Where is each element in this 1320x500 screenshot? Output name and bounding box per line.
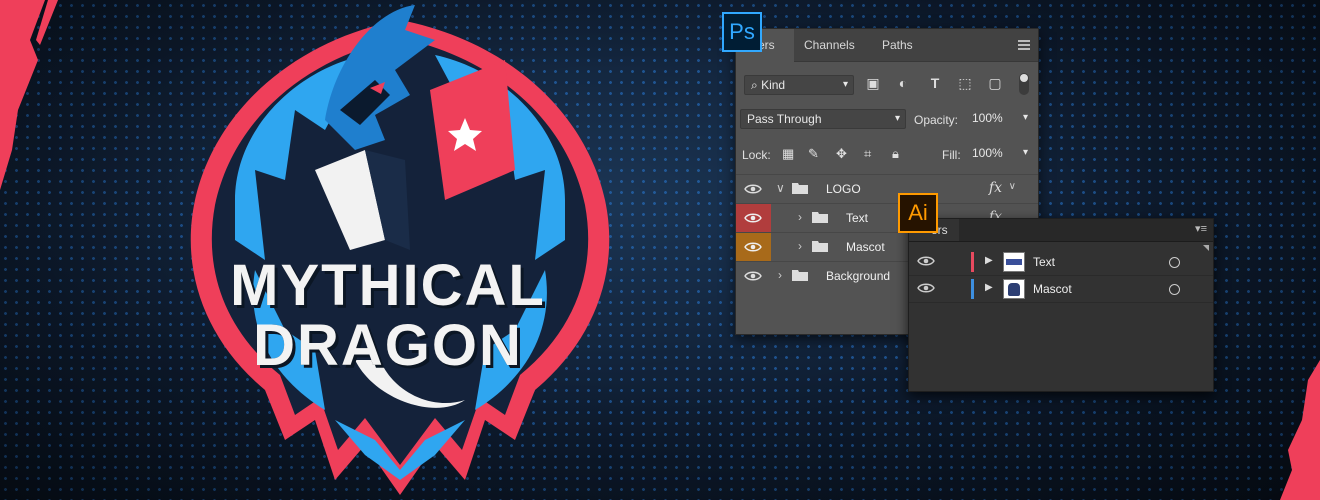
layer-row-logo[interactable]: ∨ LOGO fx ∨ <box>736 174 1038 204</box>
chevron-down-icon: ▾ <box>842 79 848 90</box>
fx-icon[interactable]: fx <box>989 180 1002 196</box>
fill-value: 100% <box>972 146 1003 160</box>
layer-thumbnail-mascot <box>1003 279 1025 299</box>
layer-name: Mascot <box>846 240 885 254</box>
target-circle-icon[interactable] <box>1169 257 1180 268</box>
adjustment-filter-icon[interactable]: ◐ <box>894 75 912 93</box>
opacity-field[interactable]: 100% ▾ <box>966 109 1030 129</box>
chevron-down-icon[interactable]: ∨ <box>1009 181 1016 192</box>
ai-layer-row-mascot[interactable]: ▶ Mascot <box>909 276 1213 303</box>
expand-chevron-icon[interactable]: › <box>798 210 802 224</box>
fill-field[interactable]: 100% ▾ <box>966 144 1030 164</box>
expand-triangle-icon[interactable]: ▶ <box>985 282 993 293</box>
folder-icon <box>792 270 808 281</box>
eye-icon[interactable] <box>917 282 935 294</box>
panel-menu-icon[interactable] <box>1018 40 1030 50</box>
right-brush-streak <box>1280 360 1320 500</box>
layer-name: Text <box>846 211 869 225</box>
expand-chevron-icon[interactable]: › <box>798 239 802 253</box>
type-filter-icon[interactable]: T <box>926 75 944 93</box>
layer-name: Background <box>826 269 891 283</box>
shape-filter-icon[interactable]: ⬚ <box>956 75 974 93</box>
opacity-value: 100% <box>972 111 1003 125</box>
tab-paths[interactable]: Paths <box>882 38 913 52</box>
chevron-down-icon: ▾ <box>1022 147 1028 158</box>
folder-icon <box>812 212 828 223</box>
layer-color-bar <box>971 252 974 272</box>
ai-panel-header: ers ▾≡ <box>909 219 1213 242</box>
photoshop-logo-badge: Ps <box>722 12 762 52</box>
smart-object-filter-icon[interactable]: ▢ <box>986 75 1004 93</box>
illustrator-layers-panel: ers ▾≡ ▶ Text ▶ Mascot <box>908 218 1214 392</box>
chevron-down-icon: ▾ <box>1022 112 1028 123</box>
expand-chevron-icon[interactable]: ∨ <box>776 181 785 195</box>
folder-icon <box>792 183 808 194</box>
blend-mode-value: Pass Through <box>747 112 822 126</box>
logo-title-line1: MYTHICAL <box>230 253 546 318</box>
target-circle-icon[interactable] <box>1169 284 1180 295</box>
ai-layer-row-text[interactable]: ▶ Text <box>909 249 1213 276</box>
lock-artboard-icon[interactable]: ⌗ <box>864 146 871 162</box>
visibility-toggle[interactable] <box>736 175 771 203</box>
lock-all-icon[interactable]: 🔒︎ <box>892 146 899 162</box>
layer-filter-select[interactable]: ⌕ Kind ▾ <box>744 75 854 95</box>
lock-label: Lock: <box>742 148 771 162</box>
layer-name: LOGO <box>826 182 861 196</box>
layer-name: Text <box>1033 255 1056 269</box>
folder-icon <box>812 241 828 252</box>
search-icon: ⌕ <box>751 78 758 92</box>
lock-move-icon[interactable]: ✥ <box>836 146 847 162</box>
fill-label: Fill: <box>942 148 961 162</box>
layer-thumbnail-text <box>1003 252 1025 272</box>
visibility-toggle[interactable] <box>736 262 771 290</box>
panel-menu-icon[interactable]: ▾≡ <box>1195 222 1207 235</box>
left-brush-streak <box>0 0 58 190</box>
expand-chevron-icon[interactable]: › <box>778 268 782 282</box>
eye-icon[interactable] <box>917 255 935 267</box>
dragon-mascot-logo <box>190 5 610 495</box>
layer-name: Mascot <box>1033 282 1072 296</box>
layer-color-bar <box>971 279 974 299</box>
eye-icon <box>744 213 762 223</box>
eye-icon <box>744 184 762 194</box>
visibility-toggle[interactable] <box>736 233 771 261</box>
opacity-label: Opacity: <box>914 113 959 127</box>
filter-toggle-knob <box>1020 74 1028 82</box>
filter-kind-label: Kind <box>761 78 786 92</box>
eye-icon <box>744 271 762 281</box>
lock-transparent-icon[interactable]: ▦ <box>782 146 794 162</box>
logo-title-line2: DRAGON <box>253 313 523 378</box>
eye-icon <box>744 242 762 252</box>
blend-mode-select[interactable]: Pass Through ▾ <box>740 109 906 129</box>
expand-triangle-icon[interactable]: ▶ <box>985 255 993 266</box>
lock-brush-icon[interactable]: ✎ <box>808 146 819 162</box>
tab-channels[interactable]: Channels <box>804 38 855 52</box>
image-filter-icon[interactable]: ▣ <box>864 75 882 93</box>
visibility-toggle[interactable] <box>736 204 771 232</box>
filter-toggle-switch[interactable] <box>1019 73 1029 95</box>
illustrator-logo-badge: Ai <box>898 193 938 233</box>
ps-panel-tabbar: ers Channels Paths <box>736 29 1038 62</box>
chevron-down-icon: ▾ <box>894 113 900 124</box>
